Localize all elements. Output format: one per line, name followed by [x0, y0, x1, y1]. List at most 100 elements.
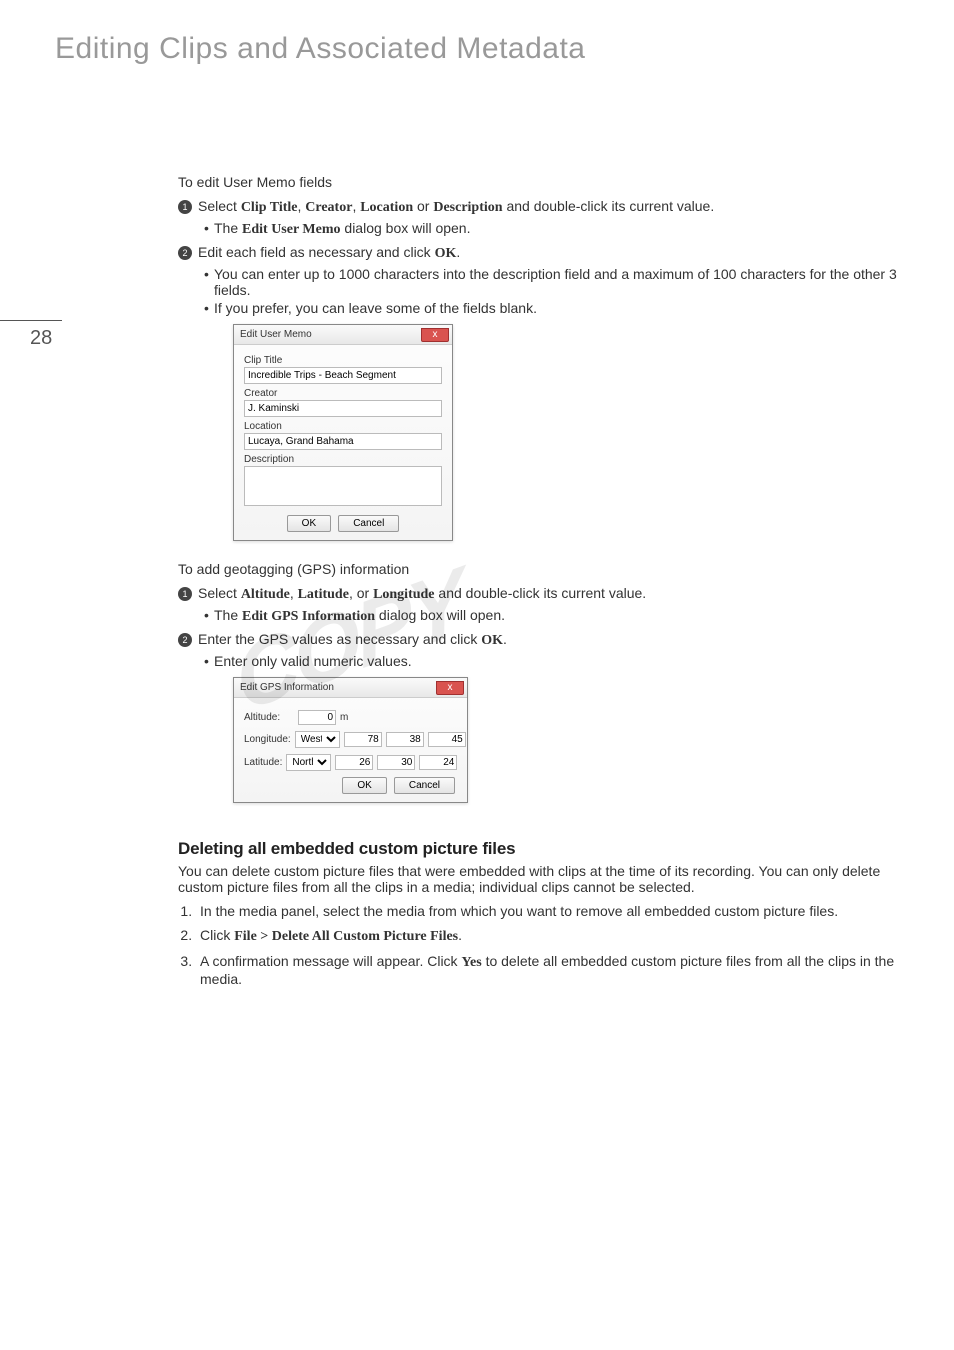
latitude-label: Latitude: — [244, 757, 282, 768]
bold: Clip Title — [241, 200, 298, 215]
txt: . — [456, 244, 460, 260]
bold: Edit User Memo — [242, 222, 341, 237]
bold: OK — [435, 246, 457, 261]
clip-title-input[interactable] — [244, 367, 442, 384]
altitude-row: Altitude: m — [244, 710, 457, 725]
list-item: If you prefer, you can leave some of the… — [204, 300, 924, 316]
ok-button[interactable]: OK — [342, 777, 386, 794]
latitude-direction-select[interactable]: North — [286, 754, 331, 771]
latitude-min-input[interactable] — [377, 755, 415, 770]
txt: Click — [200, 927, 234, 943]
latitude-sec-input[interactable] — [419, 755, 457, 770]
longitude-row: Longitude: West — [244, 731, 457, 748]
txt: dialog box will open. — [341, 220, 471, 236]
bold: Location — [360, 200, 413, 215]
step-marker-2: 2 — [178, 633, 192, 647]
s3-para: You can delete custom picture files that… — [178, 863, 924, 895]
dialog-title: Edit User Memo — [240, 329, 312, 340]
txt: The — [214, 607, 242, 623]
s2-step1-bullets: The Edit GPS Information dialog box will… — [204, 607, 924, 625]
dialog-titlebar: Edit GPS Information x — [234, 678, 467, 698]
description-textarea[interactable] — [244, 466, 442, 506]
s2-step2: 2 Enter the GPS values as necessary and … — [178, 631, 924, 649]
s3-heading: Deleting all embedded custom picture fil… — [178, 839, 924, 859]
s3-list: In the media panel, select the media fro… — [178, 903, 924, 987]
dialog-titlebar: Edit User Memo x — [234, 325, 452, 345]
txt: , or — [349, 585, 373, 601]
step-marker-2: 2 — [178, 246, 192, 260]
creator-input[interactable] — [244, 400, 442, 417]
txt: The — [214, 220, 242, 236]
list-item: The Edit GPS Information dialog box will… — [204, 607, 924, 625]
bold: OK — [481, 633, 503, 648]
s2-heading: To add geotagging (GPS) information — [178, 561, 924, 577]
txt: and double-click its current value. — [435, 585, 647, 601]
dialog-body: Altitude: m Longitude: West Latitude: No… — [234, 698, 467, 802]
s2-step1: 1 Select Altitude, Latitude, or Longitud… — [178, 585, 924, 603]
page-number: 28 — [0, 320, 62, 356]
txt: A confirmation message will appear. Clic… — [200, 953, 461, 969]
close-button[interactable]: x — [436, 681, 464, 695]
list-item: You can enter up to 1000 characters into… — [204, 266, 924, 298]
bold: Delete All Custom Picture Files — [272, 929, 458, 944]
txt: and double-click its current value. — [503, 198, 715, 214]
longitude-deg-input[interactable] — [344, 732, 382, 747]
longitude-direction-select[interactable]: West — [295, 731, 340, 748]
s2-step2-bullets: Enter only valid numeric values. — [204, 653, 924, 669]
txt: Edit each field as necessary and click — [198, 244, 435, 260]
description-label: Description — [244, 454, 442, 465]
location-input[interactable] — [244, 433, 442, 450]
txt: , — [290, 585, 298, 601]
bold: Edit GPS Information — [242, 609, 375, 624]
s1-step1: 1 Select Clip Title, Creator, Location o… — [178, 198, 924, 216]
bold: File — [234, 929, 257, 944]
list-item: In the media panel, select the media fro… — [196, 903, 924, 919]
altitude-input[interactable] — [298, 710, 336, 725]
txt: Select — [198, 198, 241, 214]
close-button[interactable]: x — [421, 328, 449, 342]
list-item: The Edit User Memo dialog box will open. — [204, 220, 924, 238]
bold: Longitude — [373, 587, 434, 602]
s2-step1-body: Select Altitude, Latitude, or Longitude … — [198, 585, 924, 603]
s1-step2-body: Edit each field as necessary and click O… — [198, 244, 924, 262]
cancel-button[interactable]: Cancel — [394, 777, 455, 794]
latitude-row: Latitude: North — [244, 754, 457, 771]
dialog-button-row: OK Cancel — [244, 515, 442, 532]
s2-step2-body: Enter the GPS values as necessary and cl… — [198, 631, 924, 649]
s1-step1-body: Select Clip Title, Creator, Location or … — [198, 198, 924, 216]
s1-heading: To edit User Memo fields — [178, 174, 924, 190]
bold: Creator — [305, 200, 352, 215]
page-title: Editing Clips and Associated Metadata — [0, 0, 954, 74]
txt: Select — [198, 585, 241, 601]
s1-step2-bullets: You can enter up to 1000 characters into… — [204, 266, 924, 316]
txt: Enter the GPS values as necessary and cl… — [198, 631, 481, 647]
step-marker-1: 1 — [178, 587, 192, 601]
list-item: Click File > Delete All Custom Picture F… — [196, 927, 924, 945]
longitude-sec-input[interactable] — [428, 732, 466, 747]
edit-gps-dialog: Edit GPS Information x Altitude: m Longi… — [233, 677, 468, 803]
step-marker-1: 1 — [178, 200, 192, 214]
s1-step2: 2 Edit each field as necessary and click… — [178, 244, 924, 262]
bold: Yes — [461, 955, 481, 970]
longitude-min-input[interactable] — [386, 732, 424, 747]
txt: dialog box will open. — [375, 607, 505, 623]
main-content: To edit User Memo fields 1 Select Clip T… — [178, 74, 924, 987]
list-item: Enter only valid numeric values. — [204, 653, 924, 669]
dialog-title: Edit GPS Information — [240, 682, 334, 693]
bold: Altitude — [241, 587, 290, 602]
latitude-deg-input[interactable] — [335, 755, 373, 770]
txt: . — [503, 631, 507, 647]
bold: Latitude — [298, 587, 349, 602]
creator-label: Creator — [244, 388, 442, 399]
bold: > — [257, 929, 272, 944]
longitude-label: Longitude: — [244, 734, 291, 745]
txt: or — [413, 198, 433, 214]
location-label: Location — [244, 421, 442, 432]
cancel-button[interactable]: Cancel — [338, 515, 399, 532]
txt: . — [458, 927, 462, 943]
dialog-button-row: OK Cancel — [244, 777, 457, 794]
altitude-unit: m — [340, 712, 348, 723]
ok-button[interactable]: OK — [287, 515, 331, 532]
bold: Description — [433, 200, 502, 215]
dialog-body: Clip Title Creator Location Description … — [234, 345, 452, 540]
